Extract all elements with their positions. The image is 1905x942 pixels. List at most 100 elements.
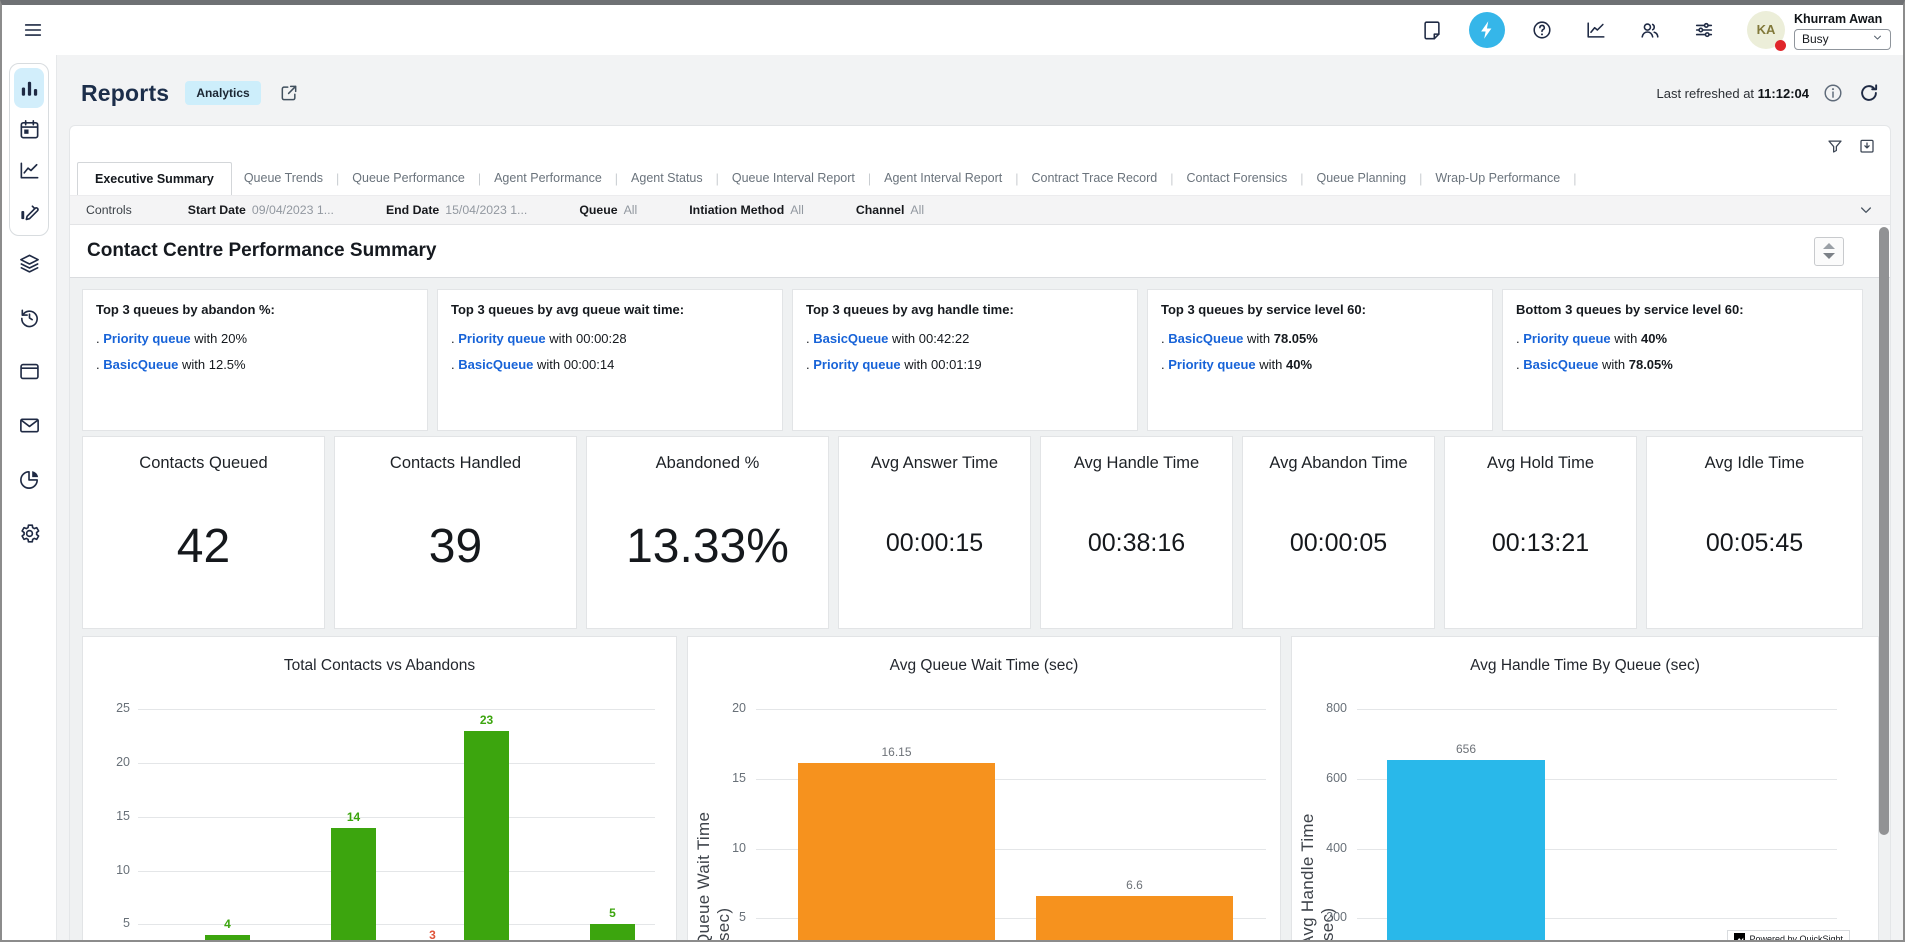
filter-label: Channel xyxy=(856,203,905,217)
status-dot xyxy=(1775,40,1786,51)
sidebar-item-pie-chart[interactable] xyxy=(14,468,44,491)
insight-text: with xyxy=(533,357,563,372)
insight-card: Top 3 queues by abandon %:. Priority que… xyxy=(82,289,428,431)
queue-link[interactable]: Priority queue xyxy=(813,357,900,372)
tab-contract-trace-record[interactable]: Contract Trace Record xyxy=(1020,162,1170,195)
sidebar-item-bar-chart[interactable] xyxy=(14,68,44,108)
powered-by-quicksight: Powered by QuickSight xyxy=(1727,930,1850,940)
sidebar-item-window[interactable] xyxy=(14,360,44,383)
filter-channel[interactable]: ChannelAll xyxy=(856,203,924,217)
insight-row: Top 3 queues by abandon %:. Priority que… xyxy=(82,289,1863,431)
history-icon xyxy=(18,306,41,329)
spinner-down-icon[interactable] xyxy=(1823,253,1835,259)
queue-link[interactable]: Priority queue xyxy=(103,331,190,346)
queue-link[interactable]: BasicQueue xyxy=(1523,357,1598,372)
calendar-icon xyxy=(18,118,41,141)
sidebar-item-gear[interactable] xyxy=(14,522,44,545)
kpi-label: Avg Answer Time xyxy=(871,454,998,473)
tab-contact-forensics[interactable]: Contact Forensics xyxy=(1175,162,1300,195)
insight-value: 00:42:22 xyxy=(919,331,970,346)
menu-icon[interactable] xyxy=(16,13,50,47)
dashboard-scrollbar[interactable] xyxy=(1878,225,1890,940)
charts-row: Total Contacts vs Abandons51015202541432… xyxy=(82,636,1863,940)
tab-agent-status[interactable]: Agent Status xyxy=(619,162,715,195)
note-icon[interactable] xyxy=(1415,13,1449,47)
people-icon[interactable] xyxy=(1633,13,1667,47)
metrics-icon[interactable] xyxy=(1579,13,1613,47)
chart-bar[interactable] xyxy=(464,731,509,940)
insight-card: Top 3 queues by service level 60:. Basic… xyxy=(1147,289,1493,431)
window-icon xyxy=(18,360,41,383)
queue-link[interactable]: BasicQueue xyxy=(458,357,533,372)
queue-link[interactable]: BasicQueue xyxy=(103,357,178,372)
sheet-spinner[interactable] xyxy=(1814,237,1844,266)
sidebar-item-calendar[interactable] xyxy=(14,109,44,149)
y-tick-label: 400 xyxy=(1303,841,1347,855)
help-icon[interactable] xyxy=(1525,13,1559,47)
tab-queue-performance[interactable]: Queue Performance xyxy=(340,162,477,195)
chart-card-1: Total Contacts vs Abandons51015202541432… xyxy=(82,636,677,940)
app-window: KA Khurram Awan Busy Reports Anal xyxy=(0,0,1905,942)
filter-end-date[interactable]: End Date15/04/2023 1... xyxy=(386,203,527,217)
avatar[interactable]: KA xyxy=(1747,11,1785,49)
status-value: Busy xyxy=(1802,32,1829,46)
chart-bar[interactable] xyxy=(205,935,250,940)
y-tick-label: 200 xyxy=(1303,910,1347,924)
sidebar-item-design-brush[interactable] xyxy=(14,191,44,231)
controls-label: Controls xyxy=(86,203,132,217)
sidebar-items xyxy=(2,252,56,545)
y-tick-label: 5 xyxy=(86,916,130,930)
chart-bar[interactable] xyxy=(331,828,376,941)
insight-value: 20% xyxy=(221,331,247,346)
scrollbar-thumb[interactable] xyxy=(1879,227,1889,835)
tab-agent-interval-report[interactable]: Agent Interval Report xyxy=(872,162,1014,195)
insight-text: with xyxy=(901,357,931,372)
tab-queue-trends[interactable]: Queue Trends xyxy=(232,162,335,195)
chart-bar[interactable] xyxy=(1036,896,1233,940)
insight-line: . BasicQueue with 00:42:22 xyxy=(806,326,1124,352)
sidebar-item-email[interactable] xyxy=(14,414,44,437)
tab-wrap-up-performance[interactable]: Wrap-Up Performance xyxy=(1423,162,1572,195)
chart-bar[interactable] xyxy=(590,924,635,940)
sliders-icon[interactable] xyxy=(1687,13,1721,47)
filter-start-date[interactable]: Start Date09/04/2023 1... xyxy=(188,203,334,217)
tab-agent-performance[interactable]: Agent Performance xyxy=(482,162,614,195)
export-icon[interactable] xyxy=(1856,135,1878,157)
sidebar-item-layers[interactable] xyxy=(14,252,44,275)
y-tick-label: 15 xyxy=(86,809,130,823)
queue-link[interactable]: BasicQueue xyxy=(1168,331,1243,346)
bolt-icon[interactable] xyxy=(1469,12,1505,48)
tab-queue-interval-report[interactable]: Queue Interval Report xyxy=(720,162,867,195)
tab-executive-summary[interactable]: Executive Summary xyxy=(77,162,232,195)
filter-icon[interactable] xyxy=(1824,135,1846,157)
refresh-icon[interactable] xyxy=(1857,81,1881,105)
quicksight-logo-icon xyxy=(1734,933,1745,940)
info-icon[interactable] xyxy=(1821,81,1845,105)
insight-line: . Priority queue with 20% xyxy=(96,326,414,352)
filter-intiation-method[interactable]: Intiation MethodAll xyxy=(689,203,804,217)
kpi-value: 00:00:15 xyxy=(886,529,983,558)
insight-line: . Priority queue with 00:01:19 xyxy=(806,352,1124,378)
filter-queue[interactable]: QueueAll xyxy=(579,203,637,217)
report-tabs: Executive SummaryQueue Trends|Queue Perf… xyxy=(70,162,1890,195)
chart-bar[interactable] xyxy=(798,763,995,940)
queue-link[interactable]: BasicQueue xyxy=(813,331,888,346)
spinner-up-icon[interactable] xyxy=(1823,243,1835,249)
queue-link[interactable]: Priority queue xyxy=(1168,357,1255,372)
insight-text: with xyxy=(191,331,221,346)
filter-value: All xyxy=(624,203,638,217)
sidebar-item-line-chart[interactable] xyxy=(14,150,44,190)
kpi-row: Contacts Queued42Contacts Handled39Aband… xyxy=(82,436,1863,629)
tab-queue-planning[interactable]: Queue Planning xyxy=(1304,162,1418,195)
chart-title: Avg Handle Time By Queue (sec) xyxy=(1292,657,1878,675)
chart-bar[interactable] xyxy=(1387,760,1545,941)
sidebar-item-history[interactable] xyxy=(14,306,44,329)
status-select[interactable]: Busy xyxy=(1794,29,1891,50)
queue-link[interactable]: Priority queue xyxy=(458,331,545,346)
gear-icon xyxy=(18,522,41,545)
topbar: KA Khurram Awan Busy xyxy=(2,5,1903,55)
external-link-icon[interactable] xyxy=(279,83,299,103)
y-tick-label: 15 xyxy=(702,771,746,785)
controls-chevron-icon[interactable] xyxy=(1858,202,1874,218)
queue-link[interactable]: Priority queue xyxy=(1523,331,1610,346)
